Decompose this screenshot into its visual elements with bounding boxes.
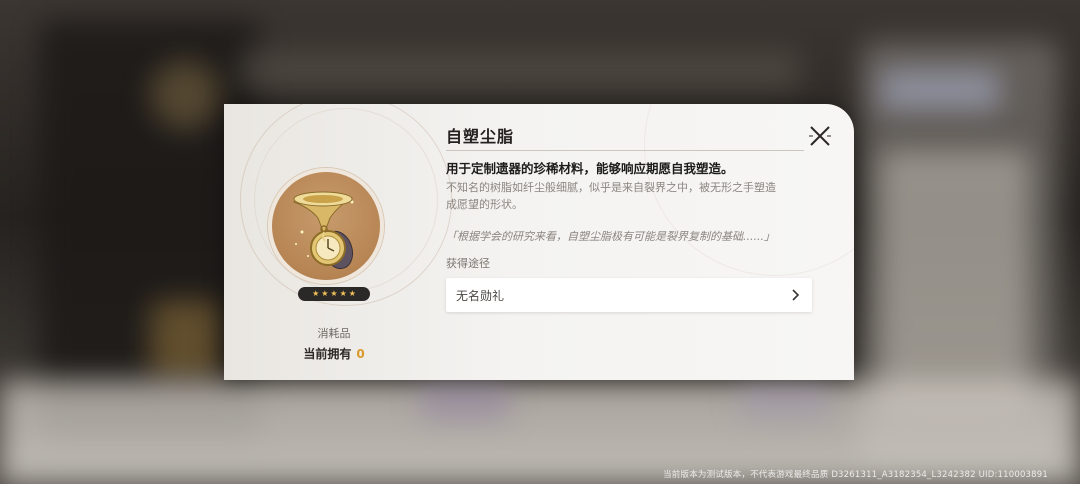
item-quote: 「根据学会的研究来看，自塑尘脂极有可能是裂界复制的基础......」	[446, 230, 775, 243]
star-icon: ★	[348, 289, 356, 298]
star-icon: ★	[321, 289, 329, 298]
close-button[interactable]	[804, 120, 836, 152]
acquisition-source-nameless-honor[interactable]: 无名勋礼	[446, 278, 812, 312]
rarity-stars: ★ ★ ★ ★ ★	[298, 287, 370, 301]
game-screen: ★ ★ ★ ★ ★ 消耗品 当前拥有 0 自塑尘脂 用于定制遗器的珍稀材料，能够响…	[0, 0, 1080, 484]
close-icon	[809, 126, 831, 146]
item-description: 用于定制遗器的珍稀材料，能够响应期愿自我塑造。	[446, 161, 734, 176]
item-type-label: 消耗品	[317, 327, 351, 340]
item-lore-line: 成愿望的形状。	[446, 198, 523, 211]
background-decoration	[150, 300, 220, 380]
acquisition-label: 获得途径	[446, 257, 490, 270]
item-portrait	[268, 168, 384, 284]
background-decoration	[880, 150, 1030, 410]
background-decoration	[740, 380, 830, 420]
background-decoration	[420, 380, 510, 420]
owned-label: 当前拥有	[303, 347, 352, 361]
acquisition-source-label: 无名勋礼	[456, 289, 505, 303]
background-decoration	[240, 50, 800, 90]
star-icon: ★	[312, 289, 320, 298]
owned-count-row: 当前拥有 0	[224, 345, 444, 362]
owned-count: 0	[356, 347, 365, 361]
item-lore: 不知名的树脂如纤尘般细腻，似乎是来自裂界之中，被无形之手塑造 成愿望的形状。	[446, 179, 816, 213]
pocket-watch-resin-icon	[292, 191, 354, 270]
background-decoration	[150, 60, 220, 130]
star-icon: ★	[330, 289, 338, 298]
item-detail-dialog: ★ ★ ★ ★ ★ 消耗品 当前拥有 0 自塑尘脂 用于定制遗器的珍稀材料，能够响…	[224, 104, 854, 380]
item-name: 自塑尘脂	[446, 127, 515, 146]
item-lore-line: 不知名的树脂如纤尘般细腻，似乎是来自裂界之中，被无形之手塑造	[446, 181, 776, 194]
title-divider	[446, 150, 804, 151]
star-icon: ★	[339, 289, 347, 298]
background-decoration	[880, 70, 1000, 110]
build-watermark: 当前版本为测试版本，不代表游戏最终品质 D3261311_A3182354_L3…	[663, 470, 1048, 480]
chevron-right-icon	[792, 289, 800, 301]
